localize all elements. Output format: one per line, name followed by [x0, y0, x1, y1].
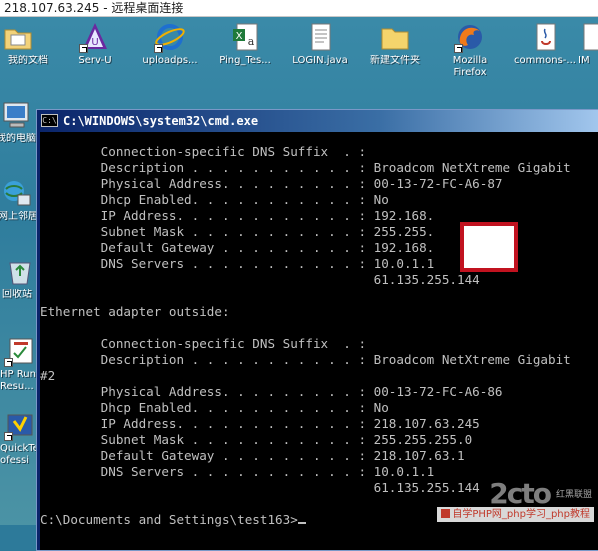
console-line: Dhcp Enabled. . . . . . . . . . . : No	[40, 192, 389, 207]
console-line: Physical Address. . . . . . . . . : 00-1…	[40, 176, 503, 191]
svg-text:a: a	[248, 35, 255, 48]
desktop-icon-recycle-bin[interactable]: 回收站	[0, 255, 40, 301]
desktop-icon-ping-test[interactable]: Xa Ping_Tes...	[205, 21, 285, 67]
desktop-icon-new-folder[interactable]: 新建文件夹	[355, 21, 435, 67]
shortcut-arrow-icon	[4, 358, 13, 367]
watermark-logo-sub: 红黑联盟	[555, 490, 592, 500]
recycle-bin-icon	[4, 255, 36, 287]
console-line: #2	[40, 368, 56, 383]
desktop-icon-login-java[interactable]: LOGIN.java	[280, 21, 360, 67]
desktop-icon-commons[interactable]: commons-...	[505, 21, 585, 67]
desktop: 我的文档 U Serv-U uploadps... Xa Ping_Tes...…	[0, 17, 598, 551]
console-line: DNS Servers . . . . . . . . . . . : 10.0…	[40, 464, 435, 479]
console-line: Ethernet adapter outside:	[40, 304, 230, 319]
cmd-app-icon: C:\	[41, 114, 58, 127]
site-watermark: 2cto 红黑联盟 自学PHP网_php学习_php教程	[419, 477, 594, 522]
desktop-icon-quicktest[interactable]: QuickTe ofessi	[0, 409, 40, 467]
computer-icon	[0, 99, 32, 131]
text-cursor	[297, 522, 306, 524]
console-line: Description . . . . . . . . . . . : Broa…	[40, 160, 571, 175]
console-line: Subnet Mask . . . . . . . . . . . : 255.…	[40, 432, 473, 447]
console-line: 61.135.255.144	[40, 480, 480, 495]
watermark-text-bar: 自学PHP网_php学习_php教程	[437, 507, 594, 522]
cmd-title-bar[interactable]: C:\ C:\WINDOWS\system32\cmd.exe	[37, 110, 598, 132]
console-line: Physical Address. . . . . . . . . : 00-1…	[40, 384, 503, 399]
excel-icon: Xa	[229, 21, 261, 53]
redaction-box	[460, 222, 518, 272]
desktop-icon-mozilla-firefox[interactable]: Mozilla Firefox	[430, 21, 510, 79]
desktop-icon-my-documents[interactable]: 我的文档	[0, 21, 58, 67]
console-line: IP Address. . . . . . . . . . . . : 218.…	[40, 416, 480, 431]
remote-desktop-title-bar[interactable]: 218.107.63.245 - 远程桌面连接	[0, 0, 598, 17]
svg-text:U: U	[91, 37, 98, 48]
hp-run-icon	[4, 335, 36, 367]
desktop-icon-serv-u[interactable]: U Serv-U	[55, 21, 135, 67]
console-line: Default Gateway . . . . . . . . . : 192.…	[40, 240, 435, 255]
firefox-icon	[454, 21, 486, 53]
svg-text:X: X	[236, 31, 243, 42]
serv-u-icon: U	[79, 21, 111, 53]
java-file-icon	[529, 21, 561, 53]
folder-icon	[379, 21, 411, 53]
folder-documents-icon	[2, 21, 34, 53]
desktop-icon-my-computer[interactable]: 我的电脑	[0, 99, 40, 145]
console-line: 61.135.255.144	[40, 272, 480, 287]
network-icon	[0, 177, 32, 209]
shortcut-arrow-icon	[454, 44, 463, 53]
shortcut-arrow-icon	[4, 432, 13, 441]
command-prompt: C:\Documents and Settings\test163>	[40, 512, 306, 528]
text-file-icon	[304, 21, 336, 53]
remote-desktop-title: 218.107.63.245 - 远程桌面连接	[4, 1, 184, 15]
console-line: Subnet Mask . . . . . . . . . . . : 255.…	[40, 224, 435, 239]
shortcut-arrow-icon	[154, 44, 163, 53]
desktop-icon-im[interactable]: IM	[576, 21, 598, 67]
console-line: Description . . . . . . . . . . . : Broa…	[40, 352, 571, 367]
desktop-icon-network[interactable]: 网上邻居	[0, 177, 40, 223]
console-line: Dhcp Enabled. . . . . . . . . . . : No	[40, 400, 389, 415]
shortcut-arrow-icon	[79, 44, 88, 53]
watermark-text: 自学PHP网_php学习_php教程	[452, 509, 590, 520]
watermark-logo: 2cto	[489, 477, 552, 510]
ie-icon	[154, 21, 186, 53]
cmd-title: C:\WINDOWS\system32\cmd.exe	[63, 114, 259, 128]
console-line: Connection-specific DNS Suffix . :	[40, 336, 367, 351]
watermark-icon	[441, 509, 451, 518]
desktop-icon-uploadps[interactable]: uploadps...	[130, 21, 210, 67]
console-line: Default Gateway . . . . . . . . . : 218.…	[40, 448, 465, 463]
desktop-icon-hp-run-results[interactable]: HP Run Resu...	[0, 335, 40, 393]
file-icon	[578, 21, 598, 53]
console-line: Connection-specific DNS Suffix . :	[40, 144, 367, 159]
console-line: IP Address. . . . . . . . . . . . : 192.…	[40, 208, 435, 223]
quicktest-icon	[4, 409, 36, 441]
console-line: DNS Servers . . . . . . . . . . . : 10.0…	[40, 256, 435, 271]
